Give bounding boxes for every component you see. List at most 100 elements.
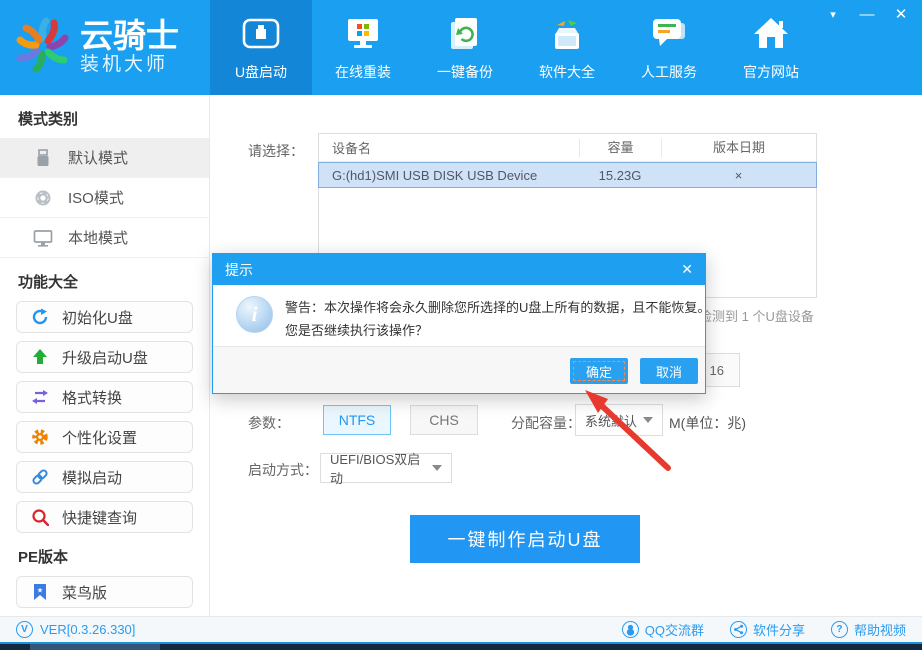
boot-mode-label: 启动方式： [248,460,318,480]
share-icon [730,621,747,638]
app-title: 云骑士 装机大师 [80,19,179,77]
sidebar-item-simulate-boot[interactable]: 模拟启动 [16,461,193,493]
dialog-title: 提示 [225,260,253,280]
params-label: 参数： [248,413,290,433]
capacity-unit-label: M(单位：兆) [669,413,746,433]
boot-mode-select-value: UEFI/BIOS双启动 [330,449,426,487]
menu-chevron-icon[interactable]: ▾ [824,4,842,26]
software-icon [547,13,587,55]
dialog-close-icon[interactable]: ✕ [681,261,693,278]
tab-software[interactable]: 软件大全 [516,0,618,95]
select-device-label: 请选择： [248,141,304,161]
dialog-message-line1: 警告：本次操作将会永久删除您所选择的U盘上所有的数据，且不能恢复。 [285,296,691,319]
version-info[interactable]: V VER[0.3.26.330] [16,621,135,638]
dialog-body: i 警告：本次操作将会永久删除您所选择的U盘上所有的数据，且不能恢复。 您是否继… [213,285,705,347]
footer-links: QQ交流群 软件分享 ? 帮助视频 [622,620,922,639]
header-nav: U盘启动 在线重装 [210,0,822,95]
ntfs-option-label: NTFS [339,412,376,428]
gear-icon [30,428,50,446]
mode-option-partial-label: 16 [710,363,724,378]
capacity-select[interactable]: 系统默认 [575,404,663,436]
usb-drive-icon [33,149,53,167]
make-boot-usb-label: 一键制作启动U盘 [448,526,603,552]
capacity-select-value: 系统默认 [585,411,637,430]
sidebar-item-label: 快捷键查询 [62,507,137,528]
tab-online-reinstall[interactable]: 在线重装 [312,0,414,95]
allocate-capacity-label: 分配容量： [511,413,581,433]
share-link[interactable]: 软件分享 [730,620,805,639]
section-mode-title: 模式类别 [18,108,209,129]
qq-group-link[interactable]: QQ交流群 [622,620,704,639]
chs-option-label: CHS [429,412,459,428]
col-capacity: 容量 [579,139,661,157]
sidebar-item-init-usb[interactable]: 初始化U盘 [16,301,193,333]
close-icon[interactable]: ✕ [892,4,910,26]
col-device-name: 设备名 [319,138,579,157]
window-controls: ▾ — ✕ [824,4,910,26]
app-window: 云骑士 装机大师 U盘启动 [0,0,922,650]
help-video-label: 帮助视频 [854,620,906,639]
home-icon [751,13,791,55]
info-icon: i [236,296,273,333]
sidebar-item-iso-mode[interactable]: ISO模式 [0,178,209,218]
search-icon [30,508,50,526]
tab-backup[interactable]: 一键备份 [414,0,516,95]
focus-ring [573,361,625,381]
chevron-down-icon [643,417,653,423]
os-taskbar-strip [0,642,922,650]
sidebar-item-label: 初始化U盘 [62,307,133,328]
sidebar-item-label: 模拟启动 [62,467,122,488]
starburst-logo-icon [12,14,74,81]
qq-group-label: QQ交流群 [645,620,704,639]
dialog-titlebar: 提示 ✕ [213,254,705,285]
chs-option-button[interactable]: CHS [410,405,478,435]
make-boot-usb-button[interactable]: 一键制作启动U盘 [410,515,640,563]
tab-service[interactable]: 人工服务 [618,0,720,95]
help-video-link[interactable]: ? 帮助视频 [831,620,906,639]
section-pe-title: PE版本 [18,546,209,567]
ok-button[interactable]: 确定 [570,358,628,384]
sidebar-item-upgrade-usb[interactable]: 升级启动U盘 [16,341,193,373]
sidebar-item-label: 格式转换 [62,387,122,408]
app-logo: 云骑士 装机大师 [0,0,210,95]
sidebar-item-label: ISO模式 [68,187,124,208]
ntfs-option-button[interactable]: NTFS [323,405,391,435]
tab-label: U盘启动 [235,62,287,82]
sidebar-item-newbie-pe[interactable]: ★ 菜鸟版 [16,576,193,608]
boot-mode-select[interactable]: UEFI/BIOS双启动 [320,453,452,483]
sidebar-item-personalize[interactable]: 个性化设置 [16,421,193,453]
footer-bar: V VER[0.3.26.330] QQ交流群 软件分享 ? 帮助视频 [0,616,922,642]
backup-icon [446,13,484,55]
device-name-cell: G:(hd1)SMI USB DISK USB Device [319,168,579,183]
tab-label: 在线重装 [335,62,391,82]
device-version-cell: × [661,168,816,183]
confirm-dialog: 提示 ✕ i 警告：本次操作将会永久删除您所选择的U盘上所有的数据，且不能恢复。… [212,253,706,394]
disc-icon [33,189,53,207]
sidebar-item-label: 本地模式 [68,227,128,248]
header: 云骑士 装机大师 U盘启动 [0,0,922,95]
device-row-selected[interactable]: G:(hd1)SMI USB DISK USB Device 15.23G × [318,162,817,188]
sidebar: 模式类别 默认模式 ISO模式 本地模式 功能大全 初始化U盘 [0,95,210,616]
sidebar-item-label: 菜鸟版 [62,582,107,603]
tab-label: 软件大全 [539,62,595,82]
sidebar-item-default-mode[interactable]: 默认模式 [0,138,209,178]
tab-label: 人工服务 [641,62,697,82]
chevron-down-icon [432,465,442,471]
bookmark-icon: ★ [30,583,50,601]
sidebar-item-format-convert[interactable]: 格式转换 [16,381,193,413]
service-chat-icon [649,13,689,55]
refresh-icon [30,308,50,326]
minimize-icon[interactable]: — [858,4,876,26]
sidebar-item-local-mode[interactable]: 本地模式 [0,218,209,258]
sidebar-item-label: 默认模式 [68,147,128,168]
tab-usb-boot[interactable]: U盘启动 [210,0,312,95]
app-title-sub: 装机大师 [80,53,179,77]
swap-arrows-icon [30,389,50,405]
cancel-button[interactable]: 取消 [640,358,698,384]
device-capacity-cell: 15.23G [579,168,661,183]
tab-website[interactable]: 官方网站 [720,0,822,95]
sidebar-item-hotkey-query[interactable]: 快捷键查询 [16,501,193,533]
link-icon [30,468,50,486]
sidebar-item-label: 个性化设置 [62,427,137,448]
app-title-main: 云骑士 [80,19,179,53]
